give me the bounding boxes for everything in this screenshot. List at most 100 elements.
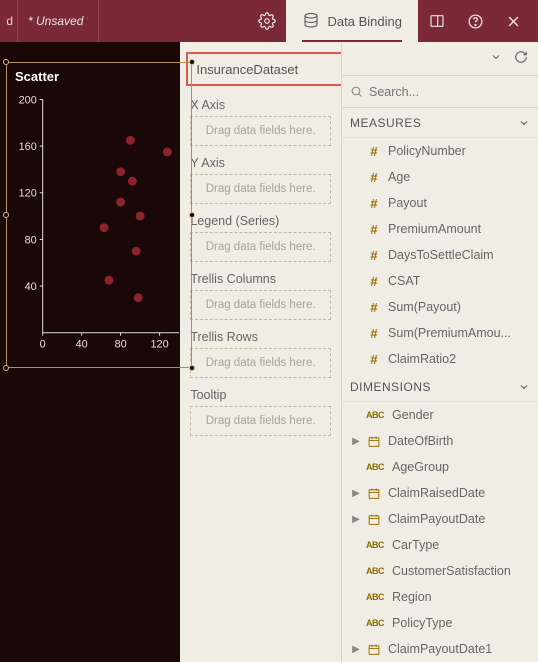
hash-icon: # bbox=[366, 326, 382, 341]
field-label: CSAT bbox=[388, 274, 420, 288]
field-label: DateOfBirth bbox=[388, 434, 453, 448]
scatter-plot: 408012016020004080120 bbox=[15, 91, 185, 359]
field-label: Age bbox=[388, 170, 410, 184]
measures-label: MEASURES bbox=[350, 116, 421, 130]
chart-title: Scatter bbox=[7, 63, 191, 90]
dimension-field[interactable]: ABC Gender bbox=[342, 402, 538, 428]
yaxis-label: Y Axis bbox=[190, 156, 331, 170]
search-input-row[interactable] bbox=[342, 76, 538, 108]
top-toolbar: d * Unsaved * Data Binding bbox=[0, 0, 538, 42]
field-label: Payout bbox=[388, 196, 427, 210]
dimension-field[interactable]: ABCRegion bbox=[342, 584, 538, 610]
dimension-field[interactable]: ABCPolicyType bbox=[342, 610, 538, 636]
svg-text:80: 80 bbox=[25, 234, 37, 246]
tooltip-dropzone[interactable]: Drag data fields here. bbox=[190, 406, 331, 436]
measure-field[interactable]: # Sum(Payout) bbox=[342, 294, 538, 320]
field-label: PolicyNumber bbox=[388, 144, 466, 158]
measure-field[interactable]: #PolicyNumber bbox=[342, 138, 538, 164]
abc-icon: ABC bbox=[366, 462, 386, 472]
abc-icon: ABC bbox=[366, 566, 386, 576]
hash-icon: # bbox=[366, 274, 382, 289]
resize-handle[interactable] bbox=[189, 212, 195, 218]
search-icon bbox=[350, 85, 363, 98]
svg-text:200: 200 bbox=[19, 94, 37, 106]
dimension-field[interactable]: ▶ ClaimPayoutDate bbox=[342, 506, 538, 532]
expand-icon[interactable]: ▶ bbox=[352, 488, 360, 499]
measures-header[interactable]: MEASURES bbox=[342, 108, 538, 138]
expand-icon[interactable]: ▶ bbox=[352, 436, 360, 447]
dataset-selector[interactable]: InsuranceDataset bbox=[186, 52, 341, 86]
tab-data-binding[interactable]: Data Binding bbox=[286, 0, 418, 42]
field-label: PolicyType bbox=[392, 616, 452, 630]
resize-handle[interactable] bbox=[189, 365, 195, 371]
unsaved-label: * Unsaved * bbox=[28, 14, 88, 28]
svg-text:160: 160 bbox=[19, 141, 37, 153]
measure-field[interactable]: # Age bbox=[342, 164, 538, 190]
field-label: ClaimRatio2 bbox=[388, 352, 456, 366]
hash-icon: # bbox=[366, 300, 382, 315]
dimension-field[interactable]: ▶ClaimRaisedDate bbox=[342, 480, 538, 506]
field-label: Sum(Payout) bbox=[388, 300, 461, 314]
refresh-button[interactable] bbox=[514, 50, 528, 67]
field-label: Gender bbox=[392, 408, 434, 422]
hash-icon: # bbox=[366, 196, 382, 211]
dimension-field[interactable]: ▶ ClaimPayoutDate1 bbox=[342, 636, 538, 662]
panel-toggle-button[interactable] bbox=[418, 0, 456, 42]
database-icon bbox=[302, 12, 320, 30]
trellis_rows-dropzone[interactable]: Drag data fields here. bbox=[190, 348, 331, 378]
measure-field[interactable]: #Sum(PremiumAmou... bbox=[342, 320, 538, 346]
resize-handle[interactable] bbox=[189, 59, 195, 65]
field-label: PremiumAmount bbox=[388, 222, 481, 236]
xaxis-dropzone[interactable]: Drag data fields here. bbox=[190, 116, 331, 146]
panel-collapse-icon bbox=[429, 13, 445, 29]
design-canvas[interactable]: Scatter 408012016020004080120 bbox=[0, 42, 180, 662]
calendar-icon bbox=[366, 512, 382, 526]
tab-truncated[interactable]: d bbox=[0, 0, 18, 42]
dimension-field[interactable]: ABCCarType bbox=[342, 532, 538, 558]
trellis_rows-label: Trellis Rows bbox=[190, 330, 331, 344]
legend-dropzone[interactable]: Drag data fields here. bbox=[190, 232, 331, 262]
settings-button[interactable] bbox=[248, 0, 286, 42]
dataset-dropdown-icon[interactable] bbox=[490, 51, 502, 66]
hash-icon: # bbox=[366, 170, 382, 185]
xaxis-label: X Axis bbox=[190, 98, 331, 112]
field-label: CarType bbox=[392, 538, 439, 552]
measure-field[interactable]: # CSAT bbox=[342, 268, 538, 294]
yaxis-dropzone[interactable]: Drag data fields here. bbox=[190, 174, 331, 204]
dimension-field[interactable]: ▶ DateOfBirth bbox=[342, 428, 538, 454]
trellis_cols-dropzone[interactable]: Drag data fields here. bbox=[190, 290, 331, 320]
chart-container[interactable]: Scatter 408012016020004080120 bbox=[6, 62, 192, 368]
measure-field[interactable]: #PremiumAmount bbox=[342, 216, 538, 242]
measure-field[interactable]: # Payout bbox=[342, 190, 538, 216]
close-icon bbox=[506, 14, 521, 29]
dimension-field[interactable]: ABC AgeGroup bbox=[342, 454, 538, 480]
tooltip-label: Tooltip bbox=[190, 388, 331, 402]
svg-text:40: 40 bbox=[25, 281, 37, 293]
abc-icon: ABC bbox=[366, 410, 386, 420]
binding-panel: InsuranceDataset X Axis Drag data fields … bbox=[180, 42, 341, 662]
fields-panel: MEASURES #PolicyNumber#Age#Payout#Premiu… bbox=[341, 42, 538, 662]
hash-icon: # bbox=[366, 352, 382, 367]
dimension-field[interactable]: ABC CustomerSatisfaction bbox=[342, 558, 538, 584]
field-label: AgeGroup bbox=[392, 460, 449, 474]
field-label: ClaimPayoutDate bbox=[388, 512, 485, 526]
close-panel-button[interactable] bbox=[494, 0, 532, 42]
help-button[interactable] bbox=[456, 0, 494, 42]
search-input[interactable] bbox=[369, 85, 530, 99]
resize-handle[interactable] bbox=[3, 59, 9, 65]
field-label: ClaimPayoutDate1 bbox=[388, 642, 492, 656]
resize-handle[interactable] bbox=[3, 365, 9, 371]
measure-field[interactable]: #DaysToSettleClaim bbox=[342, 242, 538, 268]
dataset-name: InsuranceDataset bbox=[196, 62, 298, 77]
dimensions-header[interactable]: DIMENSIONS bbox=[342, 372, 538, 402]
expand-icon[interactable]: ▶ bbox=[352, 644, 360, 655]
field-label: CustomerSatisfaction bbox=[392, 564, 511, 578]
dimensions-label: DIMENSIONS bbox=[350, 380, 431, 394]
expand-icon[interactable]: ▶ bbox=[352, 514, 360, 525]
abc-icon: ABC bbox=[366, 592, 386, 602]
resize-handle[interactable] bbox=[3, 212, 9, 218]
trellis_cols-label: Trellis Columns bbox=[190, 272, 331, 286]
measure-field[interactable]: # ClaimRatio2 bbox=[342, 346, 538, 372]
field-label: DaysToSettleClaim bbox=[388, 248, 494, 262]
chevron-down-icon bbox=[518, 381, 530, 393]
